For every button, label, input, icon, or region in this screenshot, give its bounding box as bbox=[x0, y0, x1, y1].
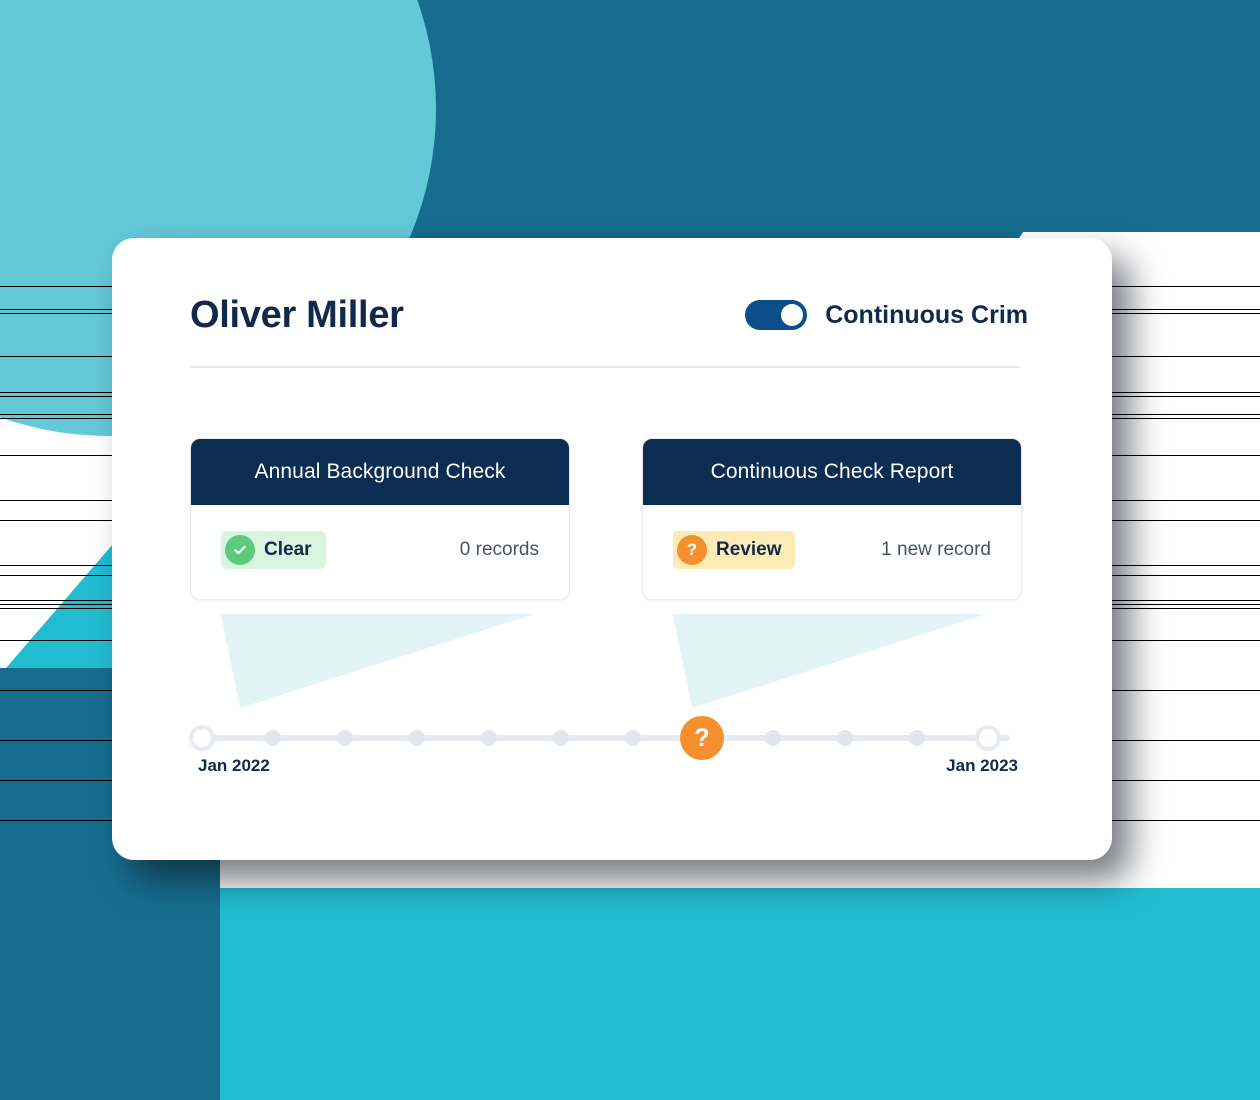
timeline-node[interactable] bbox=[481, 730, 497, 746]
record-count: 1 new record bbox=[881, 539, 991, 560]
record-count: 0 records bbox=[459, 539, 539, 560]
timeline-node-flag[interactable]: ? bbox=[680, 716, 724, 760]
screenshot-stage: Oliver Miller Continuous Crim Annual Bac… bbox=[0, 0, 1260, 1100]
card-header: Oliver Miller Continuous Crim bbox=[190, 294, 1028, 336]
toggle-knob bbox=[781, 304, 804, 326]
timeline-node[interactable] bbox=[837, 730, 853, 746]
report-card-shadow-left bbox=[220, 614, 534, 708]
check-icon bbox=[225, 535, 255, 565]
timeline-node[interactable] bbox=[409, 730, 425, 746]
timeline-node[interactable] bbox=[909, 730, 925, 746]
report-card-continuous[interactable]: Continuous Check Report ? Review 1 new r… bbox=[642, 438, 1022, 600]
toggle-label: Continuous Crim bbox=[825, 300, 1028, 329]
timeline-node[interactable] bbox=[337, 730, 353, 746]
background-cyan-bottom-right bbox=[605, 960, 1260, 1100]
report-card-shadow-right bbox=[672, 614, 986, 708]
timeline-node[interactable] bbox=[765, 730, 781, 746]
status-label: Clear bbox=[264, 539, 312, 560]
profile-card: Oliver Miller Continuous Crim Annual Bac… bbox=[112, 238, 1112, 860]
timeline-start-label: Jan 2022 bbox=[198, 756, 270, 775]
timeline-node-start[interactable] bbox=[189, 725, 215, 751]
status-badge: Clear bbox=[221, 531, 326, 569]
header-divider bbox=[190, 366, 1020, 368]
report-card-title: Continuous Check Report bbox=[643, 439, 1021, 505]
timeline-node[interactable] bbox=[625, 730, 641, 746]
timeline-node[interactable] bbox=[553, 730, 569, 746]
report-card-annual[interactable]: Annual Background Check Clear 0 records bbox=[190, 438, 570, 600]
report-card-body: Clear 0 records bbox=[191, 505, 569, 599]
report-card-list: Annual Background Check Clear 0 records bbox=[190, 438, 1022, 600]
monitoring-timeline: ? Jan 2022 Jan 2023 bbox=[189, 716, 1022, 775]
report-card-title: Annual Background Check bbox=[191, 439, 569, 505]
continuous-monitoring-toggle-group[interactable]: Continuous Crim bbox=[745, 300, 1028, 330]
timeline-track bbox=[202, 735, 1010, 741]
report-card-body: ? Review 1 new record bbox=[643, 505, 1021, 599]
timeline-end-label: Jan 2023 bbox=[946, 756, 1018, 775]
background-dark-teal-right-block bbox=[654, 0, 1144, 218]
continuous-monitoring-toggle[interactable] bbox=[745, 300, 808, 330]
question-icon: ? bbox=[680, 716, 724, 760]
timeline-node[interactable] bbox=[265, 730, 281, 746]
question-icon: ? bbox=[677, 535, 707, 565]
status-badge: ? Review bbox=[673, 531, 796, 569]
page-title: Oliver Miller bbox=[190, 294, 404, 336]
timeline-node-end[interactable] bbox=[975, 725, 1001, 751]
status-label: Review bbox=[716, 539, 782, 560]
